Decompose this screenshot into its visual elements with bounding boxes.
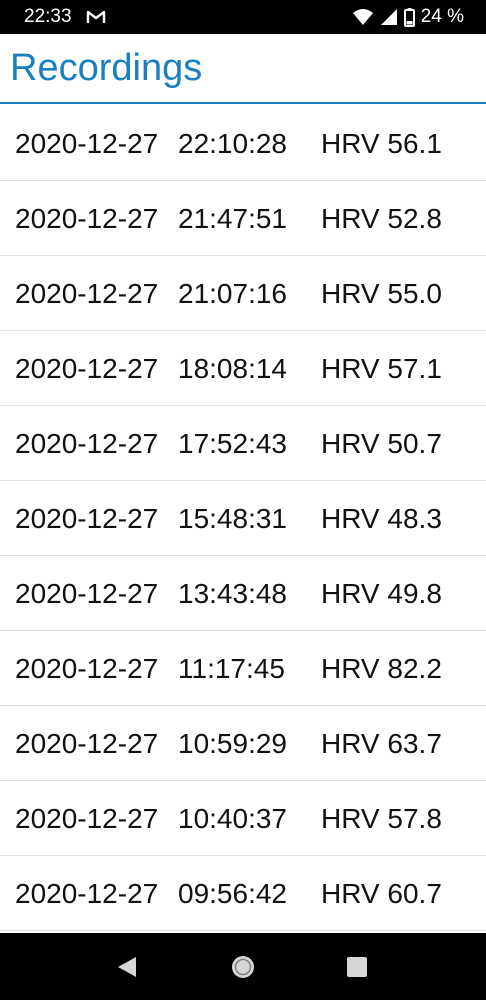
recording-date: 2020-12-27 — [15, 428, 159, 459]
app-header: Recordings — [0, 34, 486, 104]
recording-date: 2020-12-27 — [15, 203, 159, 234]
recent-apps-icon[interactable] — [343, 953, 371, 981]
recording-time: 11:17:45 — [178, 653, 285, 684]
recording-row[interactable]: 2020-12-27 13:43:48 HRV 49.8 — [0, 556, 486, 631]
recording-hrv: HRV 48.3 — [321, 503, 442, 534]
status-right: 24 % — [352, 6, 464, 28]
recording-date: 2020-12-27 — [15, 878, 159, 909]
recording-time: 18:08:14 — [178, 353, 287, 384]
recordings-list: 2020-12-27 22:10:28 HRV 56.1 2020-12-27 … — [0, 106, 486, 931]
recording-hrv: HRV 82.2 — [321, 653, 442, 684]
recording-hrv: HRV 49.8 — [321, 578, 442, 609]
recording-row[interactable]: 2020-12-27 18:08:14 HRV 57.1 — [0, 331, 486, 406]
recording-row[interactable]: 2020-12-27 22:10:28 HRV 56.1 — [0, 106, 486, 181]
recording-hrv: HRV 50.7 — [321, 428, 442, 459]
recording-time: 15:48:31 — [178, 503, 287, 534]
gmail-icon — [86, 9, 106, 25]
system-nav-bar — [0, 933, 486, 1000]
recording-hrv: HRV 55.0 — [321, 278, 442, 309]
recording-row[interactable]: 2020-12-27 17:52:43 HRV 50.7 — [0, 406, 486, 481]
status-bar: 22:33 24 % — [0, 0, 486, 34]
recording-date: 2020-12-27 — [15, 803, 159, 834]
recording-hrv: HRV 57.8 — [321, 803, 442, 834]
recording-hrv: HRV 52.8 — [321, 203, 442, 234]
recording-date: 2020-12-27 — [15, 653, 159, 684]
page-title: Recordings — [10, 47, 203, 89]
recording-date: 2020-12-27 — [15, 578, 159, 609]
recording-row[interactable]: 2020-12-27 15:48:31 HRV 48.3 — [0, 481, 486, 556]
status-time: 22:33 — [24, 6, 72, 27]
back-icon[interactable] — [113, 953, 141, 981]
battery-icon — [403, 7, 415, 27]
recording-row[interactable]: 2020-12-27 21:07:16 HRV 55.0 — [0, 256, 486, 331]
wifi-icon — [352, 8, 374, 26]
recording-hrv: HRV 56.1 — [321, 128, 442, 159]
recording-row[interactable]: 2020-12-27 10:40:37 HRV 57.8 — [0, 781, 486, 856]
recording-time: 13:43:48 — [178, 578, 287, 609]
recording-date: 2020-12-27 — [15, 128, 159, 159]
status-left: 22:33 — [24, 6, 106, 28]
recording-date: 2020-12-27 — [15, 353, 159, 384]
recording-row[interactable]: 2020-12-27 09:56:42 HRV 60.7 — [0, 856, 486, 931]
recording-time: 22:10:28 — [178, 128, 287, 159]
cellular-signal-icon — [380, 8, 398, 26]
recording-hrv: HRV 63.7 — [321, 728, 442, 759]
recording-time: 09:56:42 — [178, 878, 287, 909]
recording-time: 10:59:29 — [178, 728, 287, 759]
recording-row[interactable]: 2020-12-27 10:59:29 HRV 63.7 — [0, 706, 486, 781]
recording-date: 2020-12-27 — [15, 728, 159, 759]
recording-hrv: HRV 60.7 — [321, 878, 442, 909]
recording-hrv: HRV 57.1 — [321, 353, 442, 384]
battery-percent: 24 % — [420, 6, 464, 27]
recording-time: 21:47:51 — [178, 203, 287, 234]
recording-time: 17:52:43 — [178, 428, 287, 459]
recording-time: 21:07:16 — [178, 278, 287, 309]
recording-date: 2020-12-27 — [15, 503, 159, 534]
home-icon[interactable] — [229, 953, 257, 981]
recording-row[interactable]: 2020-12-27 11:17:45 HRV 82.2 — [0, 631, 486, 706]
recording-row[interactable]: 2020-12-27 21:47:51 HRV 52.8 — [0, 181, 486, 256]
recording-date: 2020-12-27 — [15, 278, 159, 309]
recording-time: 10:40:37 — [178, 803, 287, 834]
